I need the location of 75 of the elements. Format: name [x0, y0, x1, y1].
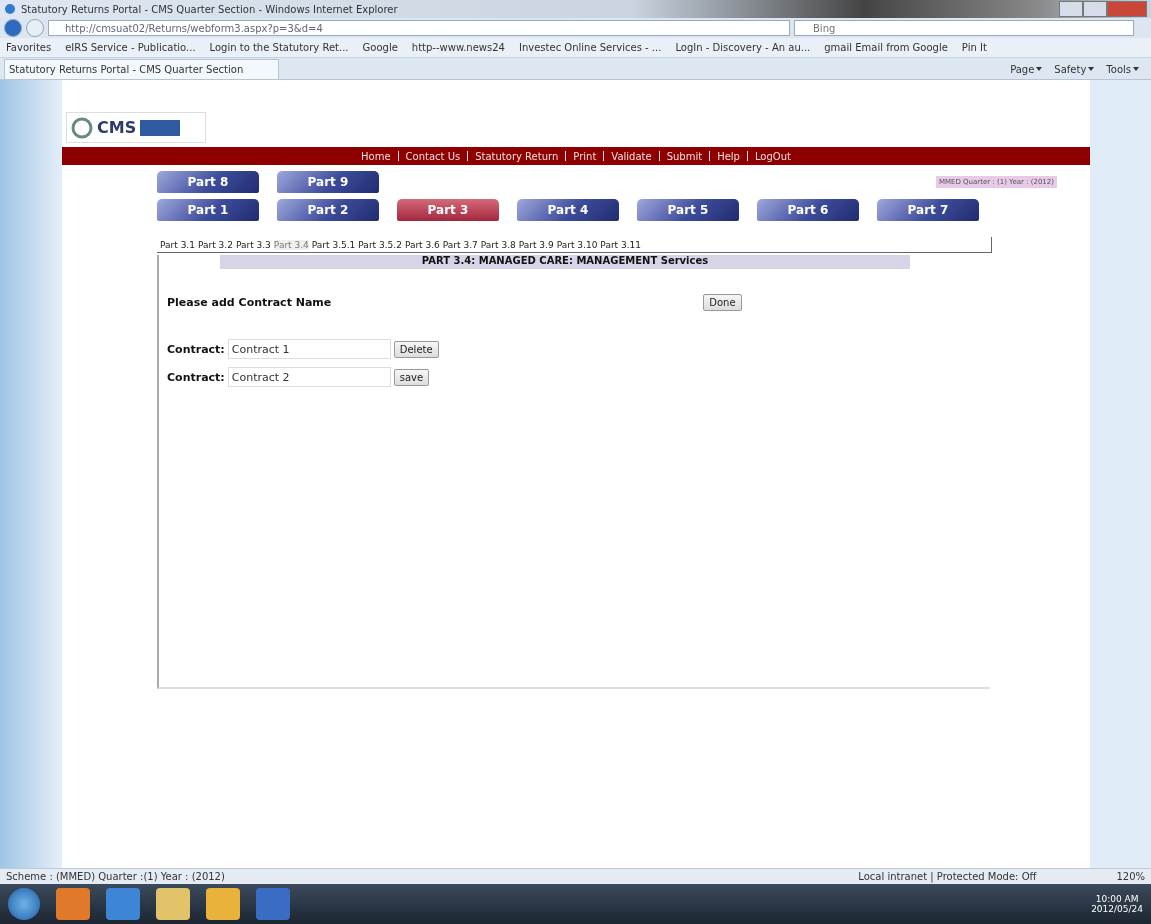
- favorite-link[interactable]: Login to the Statutory Ret...: [209, 42, 349, 53]
- back-button[interactable]: [4, 19, 22, 37]
- command-menu[interactable]: Safety: [1054, 63, 1095, 75]
- contract-field[interactable]: Contract 1: [227, 339, 391, 359]
- contract-label: Contract:: [167, 342, 225, 356]
- address-field[interactable]: http://cmsuat02/Returns/webform3.aspx?p=3&d=4: [48, 20, 790, 36]
- contract-label: Contract:: [167, 370, 225, 384]
- subpart-link[interactable]: Part 3.4: [273, 239, 309, 250]
- part-tab[interactable]: Part 3: [397, 199, 499, 221]
- part-tab[interactable]: Part 8: [157, 171, 259, 193]
- minimize-button[interactable]: [1059, 1, 1083, 17]
- subpart-link[interactable]: Part 3.6: [404, 239, 440, 250]
- nav-link[interactable]: Validate: [611, 150, 652, 162]
- nav-link[interactable]: Submit: [666, 150, 703, 162]
- zoom-level[interactable]: 120%: [1116, 871, 1145, 882]
- browser-icon: [4, 3, 16, 15]
- subpart-link[interactable]: Part 3.5.1: [311, 239, 356, 250]
- browser-tab[interactable]: Statutory Returns Portal - CMS Quarter Section: [4, 59, 279, 79]
- prompt-text: Please add Contract Name: [167, 295, 332, 309]
- part-tab[interactable]: Part 4: [517, 199, 619, 221]
- part-tab[interactable]: Part 1: [157, 199, 259, 221]
- maximize-button[interactable]: [1083, 1, 1107, 17]
- nav-link[interactable]: Help: [717, 150, 740, 162]
- taskbar-app-icon[interactable]: [256, 888, 290, 920]
- section-heading: PART 3.4: MANAGED CARE: MANAGEMENT Services: [220, 255, 910, 269]
- subpart-link[interactable]: Part 3.9: [518, 239, 554, 250]
- nav-link[interactable]: Statutory Return: [475, 150, 559, 162]
- subpart-link[interactable]: Part 3.3: [235, 239, 271, 250]
- done-button[interactable]: Done: [703, 293, 742, 311]
- subpart-link[interactable]: Part 3.7: [442, 239, 478, 250]
- start-button[interactable]: [8, 888, 40, 920]
- subpart-link[interactable]: Part 3.2: [197, 239, 233, 250]
- clock-date: 2012/05/24: [1091, 904, 1143, 914]
- favorite-link[interactable]: Investec Online Services - ...: [519, 42, 662, 53]
- subpart-link[interactable]: Part 3.8: [480, 239, 516, 250]
- taskbar-app-icon[interactable]: [106, 888, 140, 920]
- taskbar-app-icon[interactable]: [56, 888, 90, 920]
- command-menu[interactable]: Tools: [1106, 63, 1139, 75]
- part-tab[interactable]: Part 5: [637, 199, 739, 221]
- subpart-link[interactable]: Part 3.10: [556, 239, 598, 250]
- favorite-link[interactable]: LogIn - Discovery - An au...: [675, 42, 811, 53]
- favorite-link[interactable]: gmail Email from Google: [824, 42, 948, 53]
- nav-link[interactable]: Contact Us: [405, 150, 461, 162]
- window-title: Statutory Returns Portal - CMS Quarter Section - Windows Internet Explorer: [21, 3, 398, 15]
- part-tab[interactable]: Part 7: [877, 199, 979, 221]
- status-text: Scheme : (MMED) Quarter :(1) Year : (2012): [6, 871, 225, 882]
- clock-time: 10:00 AM: [1095, 894, 1139, 904]
- favorite-link[interactable]: Pin It: [961, 42, 987, 53]
- favorite-link[interactable]: http--www.news24: [411, 42, 505, 53]
- forward-button[interactable]: [26, 19, 44, 37]
- nav-link[interactable]: Print: [573, 150, 597, 162]
- nav-link[interactable]: Home: [361, 150, 391, 162]
- contract-button[interactable]: Delete: [393, 340, 439, 358]
- logo: CMS: [66, 112, 206, 143]
- contract-button[interactable]: save: [393, 368, 430, 386]
- contract-field[interactable]: Contract 2: [227, 367, 391, 387]
- subpart-link[interactable]: Part 3.11: [600, 239, 642, 250]
- part-tab[interactable]: Part 6: [757, 199, 859, 221]
- subpart-link[interactable]: Part 3.1: [160, 239, 195, 250]
- caret-icon: [1133, 67, 1139, 71]
- favorites-button[interactable]: Favorites: [6, 42, 52, 53]
- part-tab[interactable]: Part 9: [277, 171, 379, 193]
- favorite-link[interactable]: Google: [362, 42, 398, 53]
- part-tab[interactable]: Part 2: [277, 199, 379, 221]
- favorite-link[interactable]: eIRS Service - Publicatio...: [65, 42, 196, 53]
- command-menu[interactable]: Page: [1010, 63, 1043, 75]
- subpart-link[interactable]: Part 3.5.2: [358, 239, 402, 250]
- nav-link[interactable]: LogOut: [754, 150, 791, 162]
- taskbar-app-icon[interactable]: [156, 888, 190, 920]
- taskbar-app-icon[interactable]: [206, 888, 240, 920]
- security-zone: Local intranet | Protected Mode: Off: [858, 871, 1037, 882]
- search-field[interactable]: Bing: [794, 20, 1134, 36]
- logo-icon: [71, 116, 93, 139]
- caret-icon: [1088, 67, 1095, 71]
- caret-icon: [1036, 67, 1043, 71]
